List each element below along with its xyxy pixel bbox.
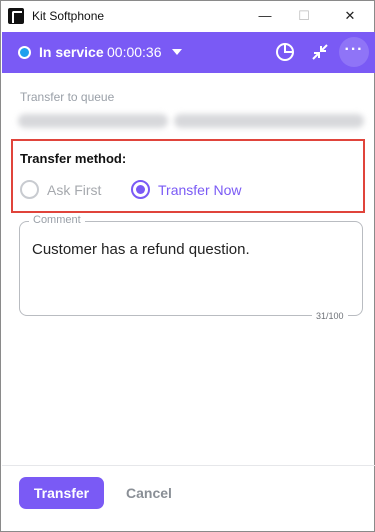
queue-label: Transfer to queue (20, 90, 115, 104)
close-button[interactable]: ✕ (336, 5, 364, 27)
comment-textarea[interactable] (19, 221, 363, 316)
queue-value-redacted (18, 110, 366, 132)
footer-divider (2, 465, 375, 466)
radio-transfer-now-label[interactable]: Transfer Now (158, 182, 242, 198)
status-dropdown-icon[interactable] (172, 49, 182, 55)
transfer-button[interactable]: Transfer (19, 477, 104, 509)
comment-value[interactable]: Customer has a refund question. (32, 241, 250, 258)
status-bar: In service 00:00:36 ··· (2, 32, 375, 73)
more-options-icon[interactable]: ··· (339, 37, 369, 67)
radio-ask-first-label[interactable]: Ask First (47, 182, 101, 198)
radio-selected-icon[interactable] (131, 180, 150, 199)
comment-char-count: 31/100 (312, 311, 348, 321)
comment-label: Comment (29, 214, 85, 226)
radio-unselected-icon[interactable] (20, 180, 39, 199)
cancel-button[interactable]: Cancel (119, 477, 179, 509)
call-timer: 00:00:36 (107, 44, 162, 60)
transfer-method-label: Transfer method: (20, 151, 127, 166)
pie-chart-icon[interactable] (273, 40, 297, 64)
maximize-button[interactable]: ☐ (290, 5, 318, 27)
status-dot-icon (18, 46, 31, 59)
softphone-window: Kit Softphone — ☐ ✕ In service 00:00:36 … (0, 0, 375, 532)
title-bar: Kit Softphone — ☐ ✕ (1, 1, 374, 32)
window-title: Kit Softphone (32, 9, 105, 23)
status-label[interactable]: In service (39, 44, 104, 60)
minimize-button[interactable]: — (251, 5, 279, 27)
collapse-icon[interactable] (308, 40, 332, 64)
app-logo-icon (8, 8, 24, 24)
